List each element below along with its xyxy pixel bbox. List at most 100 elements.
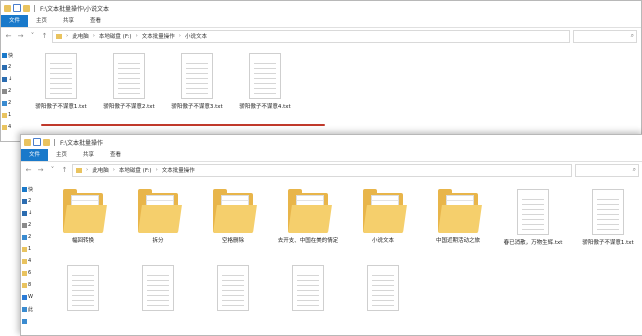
text-file-icon [367,265,399,311]
nav-item[interactable]: ↓ [1,73,18,85]
folder-icon [22,246,27,252]
file-item[interactable]: 骄阳傲子不谋意1.txt [576,189,640,246]
item-label: 小说文本 [371,238,394,244]
item-label: 骄阳傲子不谋意4.txt [239,104,291,110]
search-input[interactable]: ⌕ [573,29,637,43]
picture-icon [2,100,7,106]
recent-chevron-icon[interactable]: ˅ [28,32,37,40]
up-arrow-icon[interactable]: ↑ [40,32,49,40]
folder-icon [4,4,11,12]
nav-item[interactable]: W [21,291,38,303]
folder-item[interactable]: 中国近期活动之旅 [426,189,490,244]
forward-arrow-icon[interactable]: → [36,166,45,174]
tab-file[interactable]: 文件 [1,15,29,27]
folder-item[interactable]: 小说文本 [351,189,415,244]
nav-item[interactable]: ↓ [21,207,38,219]
item-label: 骄阳傲子不谋意2.txt [103,104,155,110]
search-icon: ⌕ [630,32,634,39]
breadcrumb-folder[interactable]: 文本批量操作 [142,32,175,40]
folder-item[interactable]: 拆分 [126,189,190,244]
nav-item[interactable]: 快 [21,183,38,195]
nav-item[interactable]: 2 [1,61,18,73]
folder-icon [56,33,62,39]
breadcrumb-this-pc[interactable]: 此电脑 [92,166,109,174]
folder-icon [2,112,7,118]
file-item[interactable] [201,265,265,314]
breadcrumb-drive[interactable]: 本地磁盘 (F:) [99,32,132,40]
breadcrumb-current[interactable]: 小说文本 [185,32,207,40]
file-item[interactable] [276,265,340,314]
nav-item[interactable]: 1 [1,109,18,121]
nav-item[interactable] [21,315,38,327]
breadcrumb-current[interactable]: 文本批量操作 [162,166,195,174]
recent-chevron-icon[interactable]: ˅ [48,166,57,174]
folder-icon [76,167,82,173]
item-label: 骄阳傲子不谋意1.txt [35,104,87,110]
nav-item[interactable]: 2 [21,195,38,207]
file-item[interactable] [351,265,415,314]
nav-item-label: W [28,294,33,300]
new-folder-icon[interactable] [43,138,50,146]
text-file-icon [292,265,324,311]
forward-arrow-icon[interactable]: → [16,32,25,40]
nav-item[interactable]: 4 [1,121,18,133]
folder-icon [288,189,332,233]
file-item[interactable]: 骄阳傲子不谋意4.txt [233,53,297,110]
properties-icon[interactable] [13,4,21,12]
nav-item[interactable]: 此 [21,303,38,315]
file-item[interactable]: 骄阳傲子不谋意1.txt [29,53,93,110]
nav-item[interactable]: 2 [1,85,18,97]
folder-item[interactable]: 空格删除 [201,189,265,244]
back-arrow-icon[interactable]: ← [4,32,13,40]
desktop-icon [22,198,27,204]
item-label: 骄阳傲子不谋意3.txt [171,104,223,110]
breadcrumb-drive[interactable]: 本地磁盘 (F:) [119,166,152,174]
nav-item[interactable]: 2 [1,97,18,109]
folder-icon [22,258,27,264]
nav-item-label: 2 [8,64,12,70]
folder-icon [24,138,31,146]
breadcrumb-this-pc[interactable]: 此电脑 [72,32,89,40]
up-arrow-icon[interactable]: ↑ [60,166,69,174]
divider [54,138,55,146]
tab-home[interactable]: 主页 [48,149,75,161]
tab-share[interactable]: 共享 [55,15,82,27]
nav-item[interactable]: 2 [21,231,38,243]
document-icon [22,222,27,228]
window-title: F:\文本批量操作 [60,139,104,147]
file-item[interactable] [126,265,190,314]
file-item[interactable]: 骄阳傲子不谋意3.txt [165,53,229,110]
nav-item[interactable]: 快 [1,49,18,61]
nav-item[interactable]: 8 [21,279,38,291]
tab-home[interactable]: 主页 [28,15,55,27]
tab-share[interactable]: 共享 [75,149,102,161]
navigation-pane: 快 2 ↓ 2 2 1 4 [1,49,18,141]
red-highlight-underline [41,124,325,126]
nav-item[interactable]: 4 [21,255,38,267]
file-item[interactable] [51,265,115,314]
new-folder-icon[interactable] [23,4,30,12]
text-file-icon [181,53,213,99]
properties-icon[interactable] [33,138,41,146]
nav-item[interactable]: 2 [21,219,38,231]
folder-icon [138,189,182,233]
nav-item[interactable]: 1 [21,243,38,255]
address-bar[interactable]: › 此电脑 › 本地磁盘 (F:) › 文本批量操作 [72,163,572,177]
address-row: ← → ˅ ↑ › 此电脑 › 本地磁盘 (F:) › 文本批量操作 › 小说文… [1,28,641,44]
computer-icon [22,306,27,312]
nav-item-label: 快 [8,52,14,59]
file-item[interactable]: 骄阳傲子不谋意2.txt [97,53,161,110]
folder-item[interactable]: 去开支、中国在美的情定 [276,189,340,244]
file-item[interactable]: 春已消散，万物生辉.txt [501,189,565,246]
tab-view[interactable]: 查看 [82,15,109,27]
nav-item[interactable]: 6 [21,267,38,279]
item-label: 幅回转换 [71,238,94,244]
address-bar[interactable]: › 此电脑 › 本地磁盘 (F:) › 文本批量操作 › 小说文本 [52,29,570,43]
search-input[interactable]: ⌕ [575,163,639,177]
folder-item[interactable]: 幅回转换 [51,189,115,244]
nav-item-label: ↓ [28,210,33,216]
back-arrow-icon[interactable]: ← [24,166,33,174]
nav-item-label: 此 [28,306,34,313]
tab-file[interactable]: 文件 [21,149,49,161]
tab-view[interactable]: 查看 [102,149,129,161]
